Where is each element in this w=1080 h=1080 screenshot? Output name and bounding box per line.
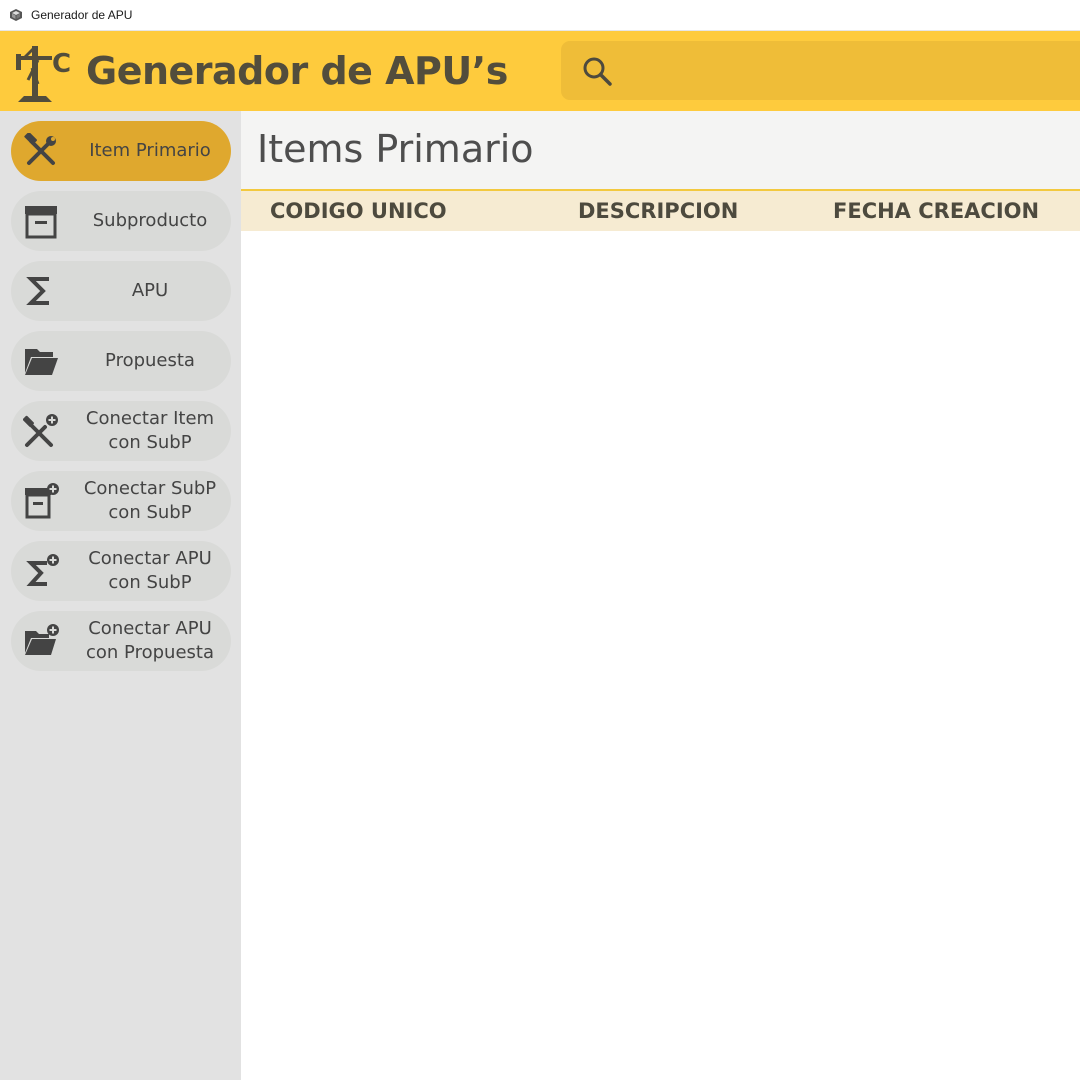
search-input[interactable] [625,49,1065,92]
folder-open-icon [25,349,58,375]
sidebar-item-label: APU [131,280,169,301]
sidebar-item-subproducto[interactable]: Subproducto [11,191,231,251]
tools-add-icon [23,414,58,447]
sidebar-item-label: Propuesta [105,350,195,371]
folder-add-icon [25,624,59,655]
svg-text:C: C [52,49,71,79]
table-header: CODIGO UNICO DESCRIPCION FECHA CREACION [241,189,1080,231]
tools-icon [24,133,56,165]
main-content: Items Primario CODIGO UNICO DESCRIPCION … [241,111,1080,1080]
sidebar-item-label: Subproducto [92,210,208,231]
search-bar[interactable] [561,41,1080,100]
sigma-icon [26,277,49,305]
sidebar: Item Primario Subproducto APU Propuesta [0,111,241,1080]
sidebar-item-apu[interactable]: APU [11,261,231,321]
sidebar-item-conectar-apu-subp[interactable]: Conectar APU con SubP [11,541,231,601]
sidebar-item-label: Conectar APU con SubP [88,548,212,593]
column-header-codigo-unico[interactable]: CODIGO UNICO [270,199,447,223]
sidebar-item-conectar-subp-subp[interactable]: Conectar SubP con SubP [11,471,231,531]
sidebar-item-label: Conectar SubP con SubP [83,478,217,523]
table-body [241,231,1080,1080]
sidebar-item-propuesta[interactable]: Propuesta [11,331,231,391]
crane-logo-icon: C [16,46,71,102]
sidebar-item-item-primario[interactable]: Item Primario [11,121,231,181]
window-titlebar: Generador de APU [0,0,1080,31]
page-title: Items Primario [257,127,534,171]
sidebar-item-label: Conectar Item con SubP [85,408,215,453]
sidebar-item-conectar-item-subp[interactable]: Conectar Item con SubP [11,401,231,461]
sidebar-item-label: Conectar APU con Propuesta [86,618,214,663]
column-header-fecha-creacion[interactable]: FECHA CREACION [833,199,1039,223]
sidebar-item-conectar-apu-propuesta[interactable]: Conectar APU con Propuesta [11,611,231,671]
app-header: C Generador de APU’s [0,31,1080,111]
archive-add-icon [25,483,59,519]
window-title: Generador de APU [31,8,133,22]
column-header-descripcion[interactable]: DESCRIPCION [578,199,738,223]
app-cube-icon [10,9,22,21]
search-icon[interactable] [581,55,613,87]
app-brand-title: Generador de APU’s [86,49,508,93]
page-header: Items Primario [241,111,1080,189]
archive-icon [25,206,57,239]
sigma-add-icon [26,554,59,586]
sidebar-item-label: Item Primario [89,140,211,161]
